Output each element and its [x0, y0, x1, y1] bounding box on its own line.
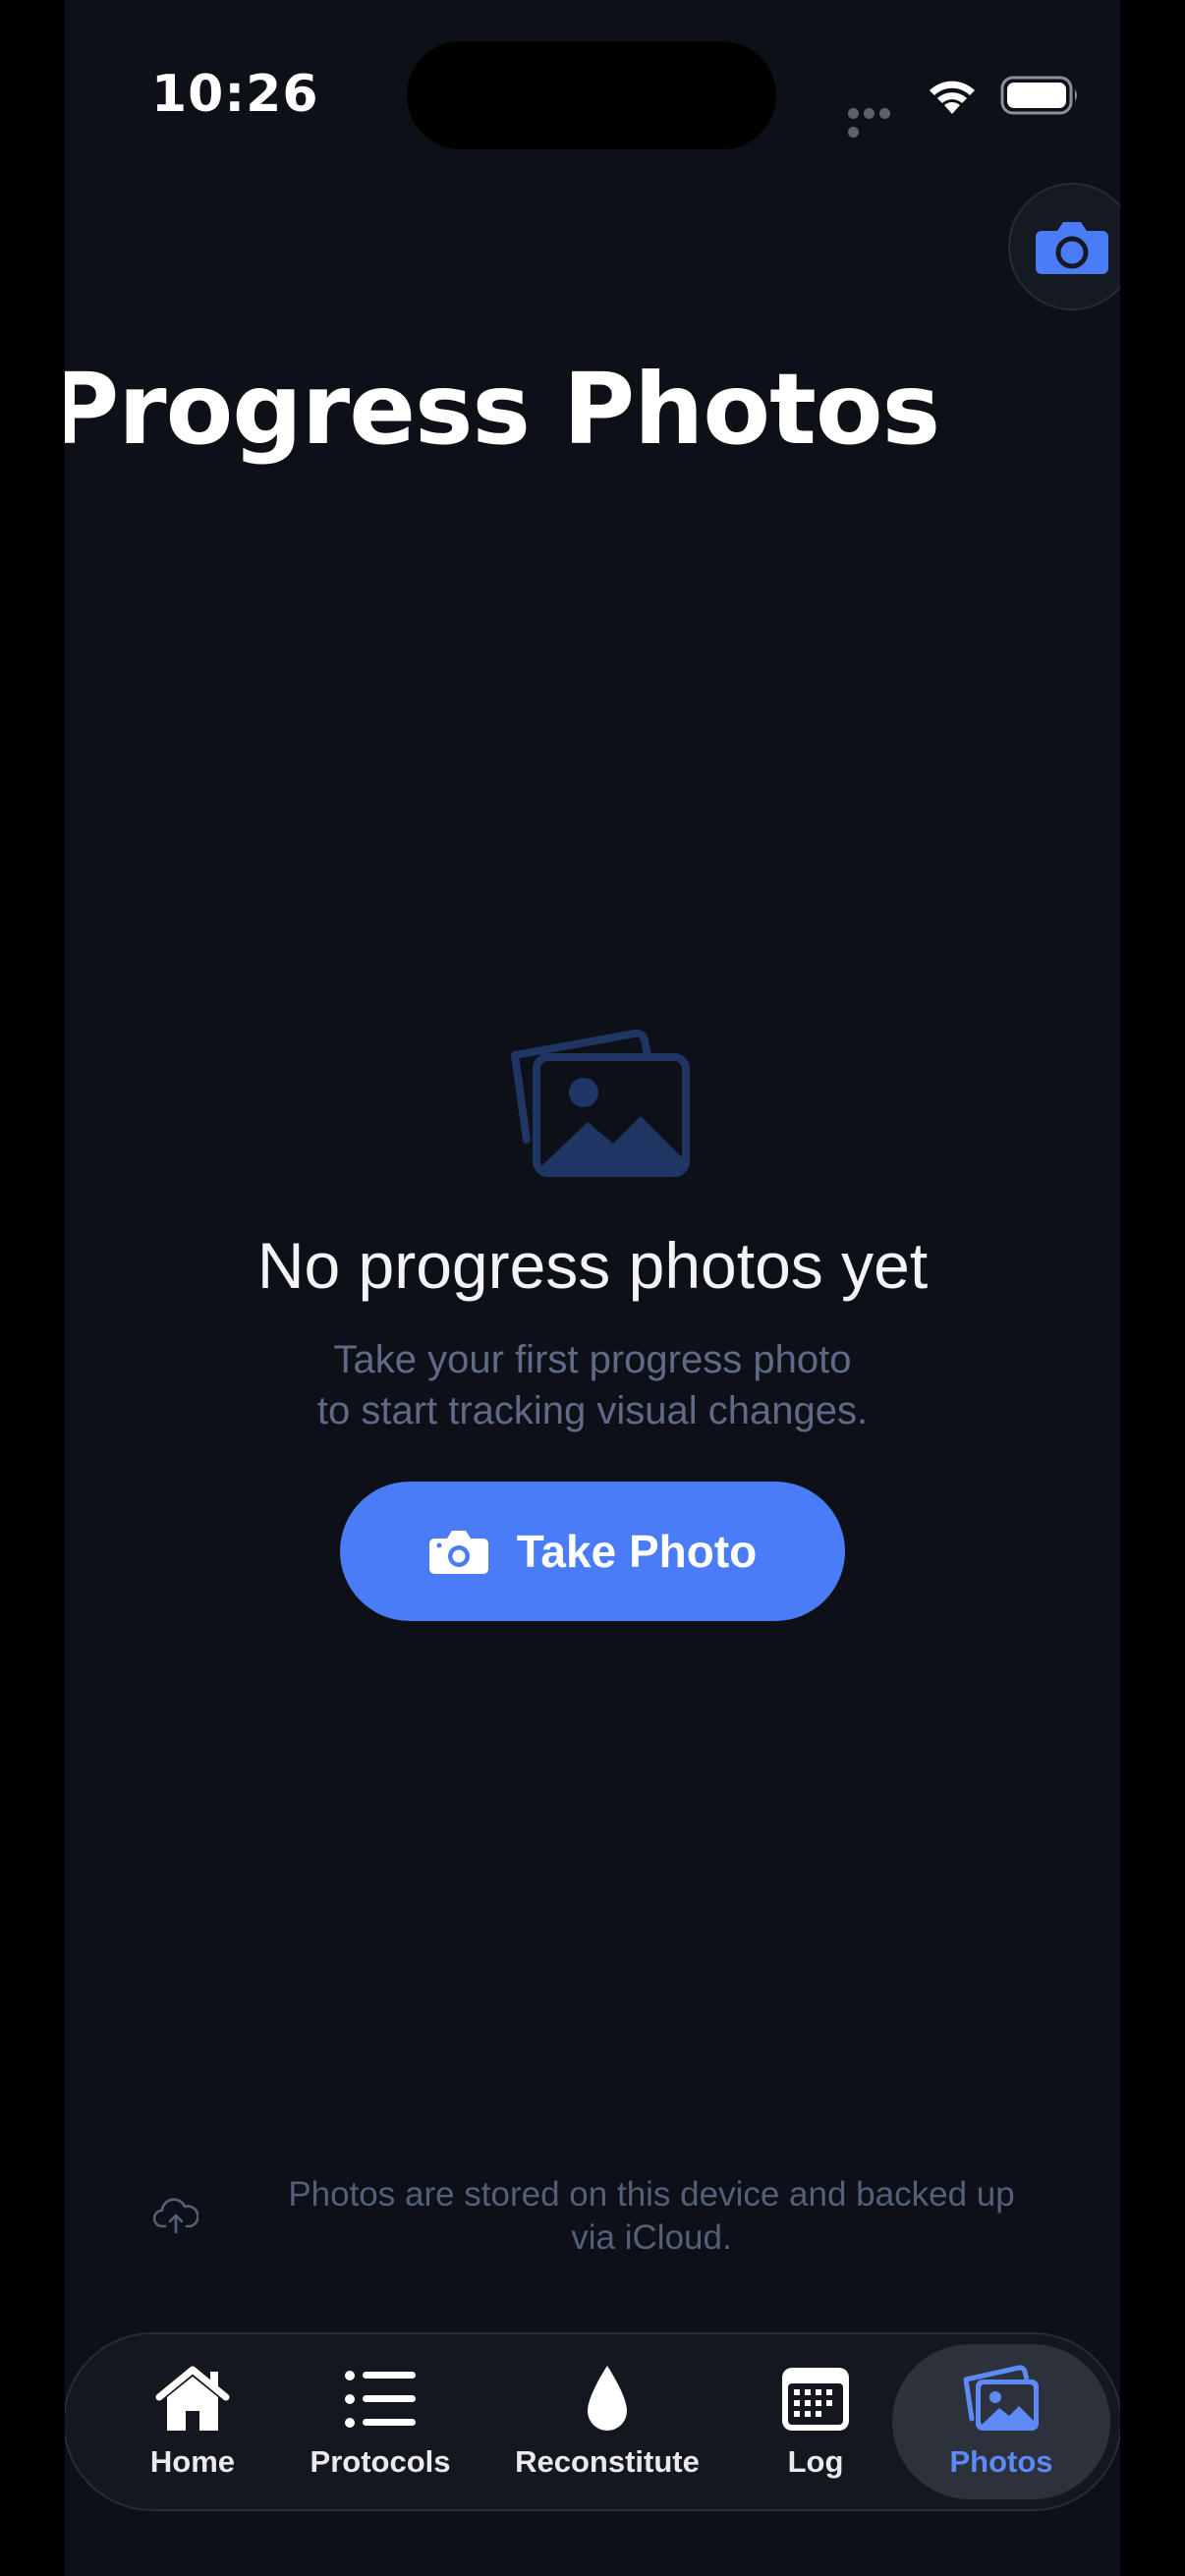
photos-icon — [963, 2365, 1039, 2431]
storage-text: Photos are stored on this device and bac… — [216, 2173, 1087, 2260]
empty-state-subtitle-line1: Take your first progress photo — [333, 1338, 852, 1381]
empty-state-subtitle: Take your first progress photo to start … — [65, 1334, 1120, 1436]
tab-photos[interactable]: Photos — [892, 2344, 1110, 2499]
page-title: Progress Photos — [65, 352, 940, 467]
camera-icon — [1036, 222, 1108, 274]
house-icon — [155, 2366, 230, 2431]
tab-bar: Home Protocols Reconstitute Log Photos — [65, 2332, 1120, 2511]
tab-reconstitute-label: Reconstitute — [515, 2444, 700, 2479]
drop-icon — [588, 2366, 627, 2431]
camera-button[interactable] — [1008, 183, 1120, 310]
tab-photos-label: Photos — [949, 2444, 1053, 2479]
storage-note: Photos are stored on this device and bac… — [153, 2173, 1087, 2260]
battery-icon — [1000, 76, 1077, 115]
tab-log[interactable]: Log — [757, 2344, 875, 2499]
storage-text-line1: Photos are stored on this device and bac… — [288, 2175, 1015, 2213]
cloud-upload-icon — [153, 2198, 198, 2234]
list-icon — [345, 2371, 416, 2428]
tab-protocols[interactable]: Protocols — [287, 2344, 474, 2499]
calendar-icon — [782, 2368, 849, 2431]
take-photo-label: Take Photo — [516, 1526, 758, 1577]
camera-icon — [428, 1531, 488, 1574]
take-photo-button[interactable]: Take Photo — [340, 1482, 845, 1621]
photo-stack-icon — [511, 1029, 690, 1177]
tab-protocols-label: Protocols — [310, 2444, 451, 2479]
empty-state-subtitle-line2: to start tracking visual changes. — [316, 1389, 869, 1432]
tab-log-label: Log — [787, 2444, 844, 2479]
screen: 10:26 Progress Photos No progress photos… — [65, 0, 1120, 2576]
status-time: 10:26 — [151, 65, 319, 124]
storage-text-line2: via iCloud. — [571, 2218, 732, 2257]
dynamic-island — [407, 41, 776, 149]
wifi-icon — [930, 81, 975, 114]
empty-state-title: No progress photos yet — [256, 1229, 929, 1302]
tab-home[interactable]: Home — [124, 2344, 261, 2499]
cellular-signal-icon — [848, 104, 909, 138]
tab-home-label: Home — [149, 2444, 236, 2479]
tab-reconstitute[interactable]: Reconstitute — [489, 2344, 725, 2499]
